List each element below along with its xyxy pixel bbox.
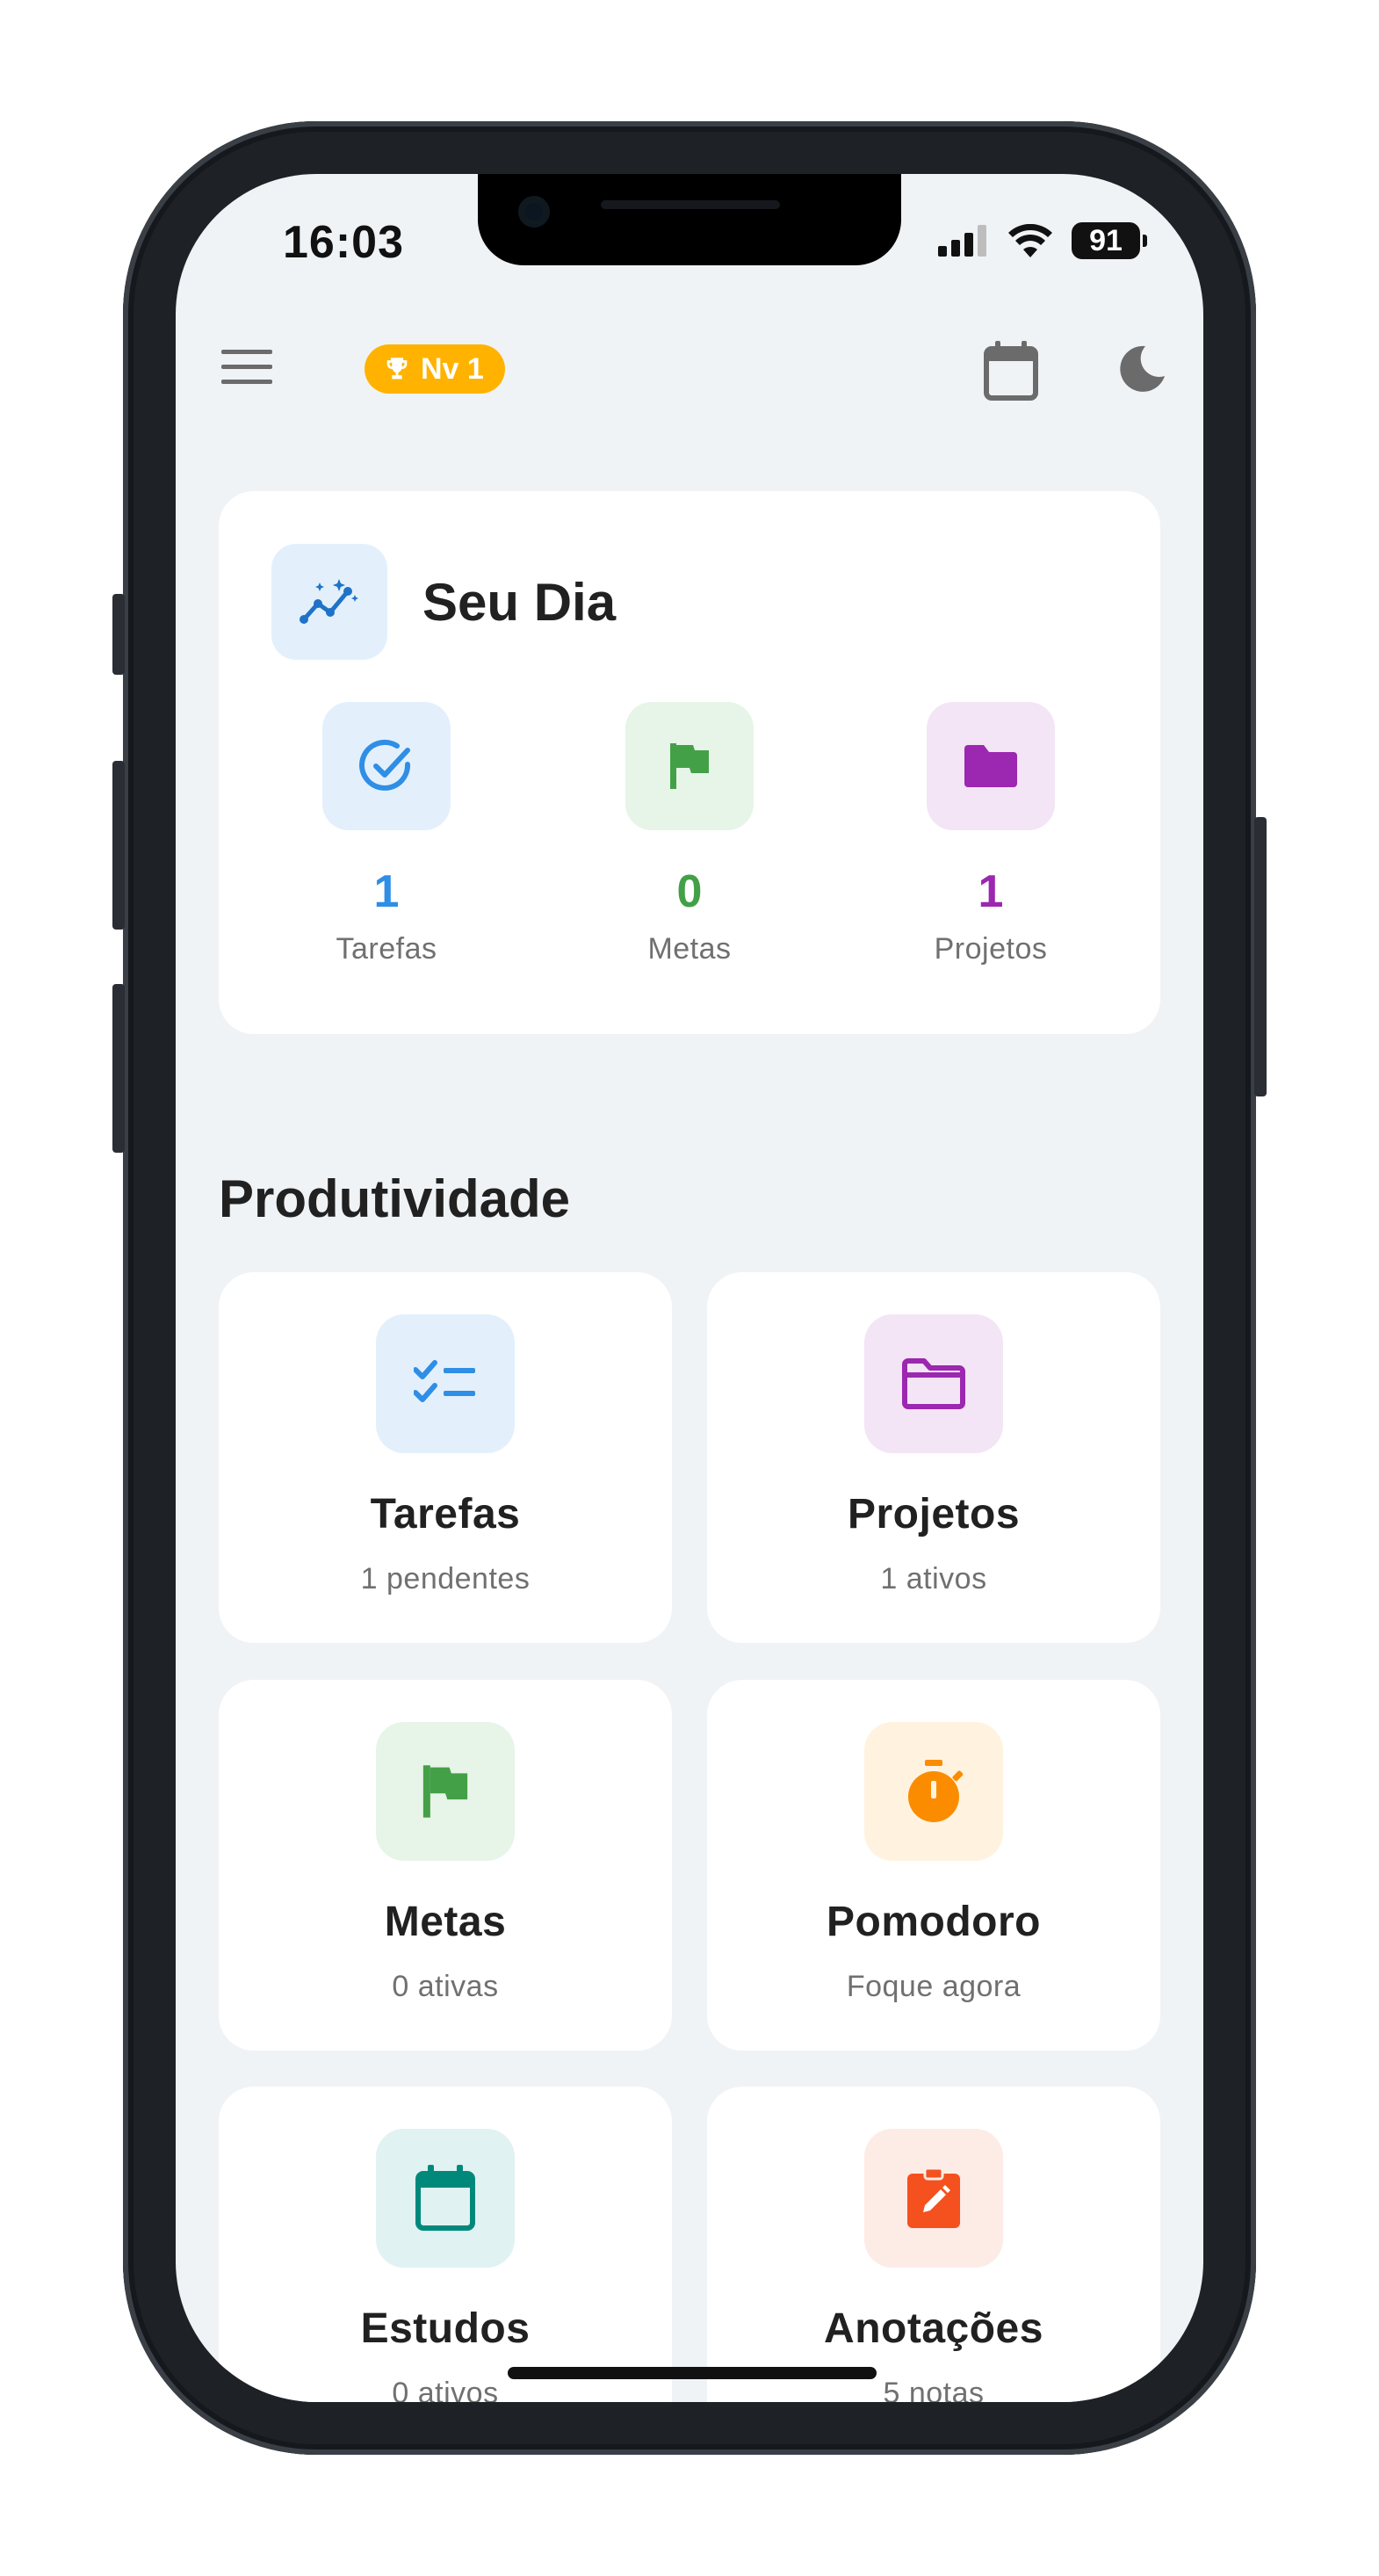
tile-title: Projetos — [847, 1491, 1021, 1538]
earpiece-speaker — [601, 200, 780, 209]
menu-icon[interactable] — [221, 348, 272, 387]
status-icons: 91 — [938, 222, 1147, 259]
tile-title: Estudos — [360, 2305, 531, 2352]
tile-tarefas[interactable]: Tarefas 1 pendentes — [219, 1272, 672, 1643]
tile-subtitle: 0 ativas — [392, 1970, 499, 2003]
status-time: 16:03 — [283, 217, 404, 268]
stat-tarefas[interactable]: 1 Tarefas — [290, 702, 483, 966]
flag-icon — [376, 1722, 515, 1861]
tile-subtitle: 0 ativos — [392, 2377, 499, 2402]
power-button — [1254, 817, 1267, 1096]
summary-title: Seu Dia — [422, 573, 617, 632]
mute-switch — [112, 594, 125, 675]
dark-mode-icon[interactable] — [1115, 343, 1168, 395]
volume-up-button — [112, 761, 125, 930]
home-indicator[interactable] — [508, 2367, 877, 2379]
battery-icon: 91 — [1072, 222, 1147, 259]
tile-subtitle: 5 notas — [883, 2377, 985, 2402]
folder-outline-icon — [864, 1314, 1003, 1453]
flag-icon — [625, 702, 754, 830]
timer-icon — [864, 1722, 1003, 1861]
note-edit-icon — [864, 2129, 1003, 2268]
battery-level: 91 — [1089, 223, 1123, 257]
tile-metas[interactable]: Metas 0 ativas — [219, 1680, 672, 2051]
trophy-icon — [382, 354, 412, 384]
app-screen: 16:03 91 Nv 1 Seu Dia 1 Tarefas 0 Metas … — [176, 174, 1203, 2402]
folder-icon — [927, 702, 1055, 830]
tile-title: Metas — [384, 1899, 507, 1945]
volume-down-button — [112, 984, 125, 1153]
tile-title: Pomodoro — [827, 1899, 1041, 1945]
section-title: Produtividade — [219, 1169, 571, 1228]
calendar-icon — [376, 2129, 515, 2268]
check-circle-icon — [322, 702, 451, 830]
level-label: Nv 1 — [421, 351, 484, 386]
stat-label: Metas — [647, 932, 732, 966]
stat-metas[interactable]: 0 Metas — [593, 702, 786, 966]
tile-projetos[interactable]: Projetos 1 ativos — [707, 1272, 1160, 1643]
tile-subtitle: Foque agora — [846, 1970, 1022, 2003]
checklist-icon — [376, 1314, 515, 1453]
stat-label: Tarefas — [336, 932, 437, 966]
stat-value: 1 — [373, 866, 400, 917]
calendar-icon[interactable] — [984, 341, 1038, 401]
tile-subtitle: 1 pendentes — [360, 1562, 531, 1596]
tile-title: Tarefas — [370, 1491, 521, 1538]
level-badge[interactable]: Nv 1 — [365, 344, 505, 394]
tile-pomodoro[interactable]: Pomodoro Foque agora — [707, 1680, 1160, 2051]
wifi-icon — [1008, 224, 1052, 257]
front-camera — [518, 196, 550, 228]
tile-estudos[interactable]: Estudos 0 ativos — [219, 2087, 672, 2402]
tile-anotacoes[interactable]: Anotações 5 notas — [707, 2087, 1160, 2402]
stat-projetos[interactable]: 1 Projetos — [894, 702, 1087, 966]
stat-label: Projetos — [934, 932, 1048, 966]
stat-value: 1 — [978, 866, 1004, 917]
insights-icon — [271, 544, 387, 660]
tile-subtitle: 1 ativos — [880, 1562, 987, 1596]
day-summary-card: Seu Dia 1 Tarefas 0 Metas 1 Projetos — [219, 491, 1160, 1034]
stat-value: 0 — [676, 866, 703, 917]
signal-icon — [938, 225, 989, 257]
tile-title: Anotações — [824, 2305, 1043, 2352]
